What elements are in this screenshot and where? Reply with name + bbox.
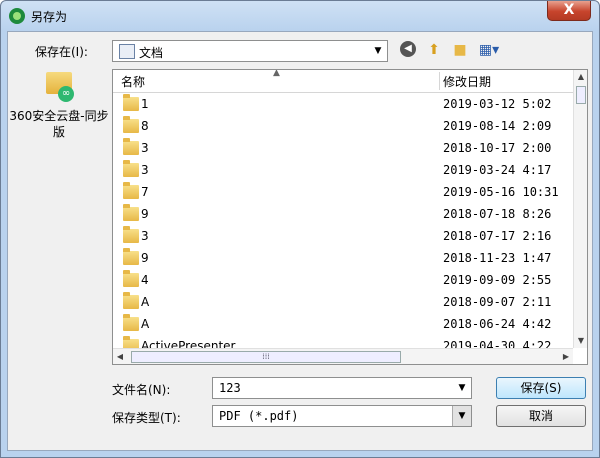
column-header-row: ▲ 名称 修改日期 [113,70,573,93]
column-header-date[interactable]: 修改日期 [443,73,491,90]
file-date: 2019-03-12 5:02 [443,97,552,111]
file-name: A [141,295,150,309]
folder-icon [123,94,139,111]
filename-input[interactable]: 123 ▼ [212,377,472,399]
file-row[interactable]: 9 2018-07-18 8:26 [113,204,573,226]
folder-icon [123,138,139,155]
folder-icon [123,160,139,177]
place-label: 360安全云盘-同步版 [9,109,109,139]
scroll-left-icon[interactable]: ◀ [113,349,127,364]
file-name: 3 [141,229,149,243]
chevron-down-icon: ▼ [374,46,382,56]
folder-icon [123,182,139,199]
file-name: A [141,317,150,331]
new-folder-icon[interactable]: ■ [450,40,470,60]
file-row[interactable]: 4 2019-09-09 2:55 [113,270,573,292]
back-arrow-icon[interactable]: ◀ [400,41,416,57]
file-date: 2019-05-16 10:31 [443,185,559,199]
file-name: 8 [141,119,149,133]
file-name: 3 [141,141,149,155]
file-row[interactable]: 9 2018-11-23 1:47 [113,248,573,270]
file-date: 2018-07-18 8:26 [443,207,552,221]
file-date: 2018-09-07 2:11 [443,295,552,309]
up-folder-icon[interactable]: ⬆ [424,40,444,60]
file-row[interactable]: 3 2018-10-17 2:00 [113,138,573,160]
folder-icon [123,248,139,265]
file-name: 9 [141,251,149,265]
save-as-dialog: 另存为 X 保存在(I): 文档 ▼ ◀ ⬆ ■ ▦▾ ∞ 360安全云盘-同步… [0,0,600,458]
sort-ascending-icon: ▲ [273,69,280,78]
folder-icon [123,270,139,287]
filename-value: 123 [219,381,241,395]
view-menu-icon[interactable]: ▦▾ [476,40,502,60]
vertical-scrollbar[interactable]: ▲ ▼ [573,70,587,348]
file-date: 2018-10-17 2:00 [443,141,552,155]
file-row[interactable]: 1 2019-03-12 5:02 [113,94,573,116]
location-value: 文档 [139,46,164,60]
horizontal-scrollbar[interactable]: ◀ ⁞⁞⁞ ▶ [113,348,573,364]
file-name: 7 [141,185,149,199]
filetype-select[interactable]: PDF (*.pdf) ▼ [212,405,472,427]
file-date: 2019-03-24 4:17 [443,163,552,177]
dialog-body: 保存在(I): 文档 ▼ ◀ ⬆ ■ ▦▾ ∞ 360安全云盘-同步版 ▲ 名称… [7,31,593,451]
column-divider[interactable] [439,72,440,90]
file-row[interactable]: A 2018-06-24 4:42 [113,314,573,336]
folder-icon [123,314,139,331]
folder-icon [123,226,139,243]
scroll-up-icon[interactable]: ▲ [574,70,587,84]
app-icon [9,8,25,24]
folder-icon [123,204,139,221]
save-in-label: 保存在(I): [35,45,88,59]
folder-icon [123,116,139,133]
file-date: 2019-09-09 2:55 [443,273,552,287]
file-name: 1 [141,97,149,111]
window-title: 另存为 [31,10,68,24]
file-name: 9 [141,207,149,221]
chevron-down-icon[interactable]: ▼ [452,406,471,426]
location-dropdown[interactable]: 文档 ▼ [112,40,388,62]
file-row[interactable]: A 2018-09-07 2:11 [113,292,573,314]
filetype-value: PDF (*.pdf) [219,409,299,423]
file-row[interactable]: 3 2019-03-24 4:17 [113,160,573,182]
file-date: 2019-08-14 2:09 [443,119,552,133]
save-button[interactable]: 保存(S) [496,377,586,399]
file-row[interactable]: 8 2019-08-14 2:09 [113,116,573,138]
scroll-down-icon[interactable]: ▼ [574,334,587,348]
cloud-sync-icon: ∞ [58,86,74,102]
file-list[interactable]: ▲ 名称 修改日期 1 2019-03-12 5:02 8 2019-08-14 2:… [112,69,588,365]
places-bar: ∞ 360安全云盘-同步版 [8,66,110,366]
file-date: 2018-06-24 4:42 [443,317,552,331]
file-row[interactable]: 7 2019-05-16 10:31 [113,182,573,204]
file-name: 4 [141,273,149,287]
file-date: 2018-07-17 2:16 [443,229,552,243]
scroll-right-icon[interactable]: ▶ [559,349,573,364]
horizontal-scroll-thumb[interactable]: ⁞⁞⁞ [131,351,401,363]
filename-label: 文件名(N): [112,383,171,397]
close-button[interactable]: X [547,1,591,21]
file-date: 2018-11-23 1:47 [443,251,552,265]
filetype-label: 保存类型(T): [112,411,181,425]
title-bar: 另存为 X [1,1,599,31]
cancel-button[interactable]: 取消 [496,405,586,427]
chevron-down-icon[interactable]: ▼ [453,378,471,398]
column-header-name[interactable]: 名称 [121,73,145,90]
file-name: 3 [141,163,149,177]
file-row[interactable]: 3 2018-07-17 2:16 [113,226,573,248]
vertical-scroll-thumb[interactable] [576,86,586,104]
documents-folder-icon [119,44,135,59]
folder-icon [123,292,139,309]
